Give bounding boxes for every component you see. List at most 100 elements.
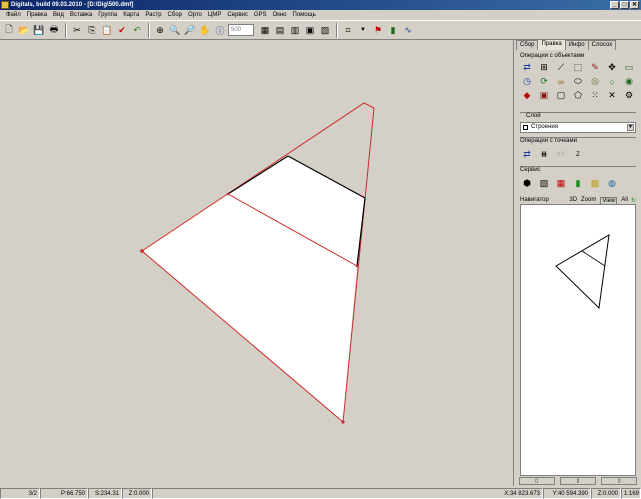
edit-shape-icon[interactable]: ✎ xyxy=(588,61,602,74)
menu-edit[interactable]: Правка xyxy=(24,12,50,18)
main-toolbar: 🗋 📂 💾 🖶 ✂ ⎘ 📋 ✔ ↶ ⊕ 🔍 🔎 ✋ ⓘ 500 ▦ ▤ ▥ ▣ … xyxy=(0,20,641,40)
menu-help[interactable]: Помощь xyxy=(290,12,319,18)
toolbar-separator xyxy=(65,22,67,38)
layers-icon[interactable]: ▥ xyxy=(288,23,302,37)
vertex-marker[interactable] xyxy=(341,420,345,424)
bar-chart-icon[interactable]: ▮ xyxy=(386,23,400,37)
circle-icon[interactable]: ○ xyxy=(605,75,619,88)
flag-icon[interactable]: ⚑ xyxy=(371,23,385,37)
layer-group-header: Слой xyxy=(520,112,636,120)
navigator-view[interactable] xyxy=(520,204,636,476)
new-document-icon[interactable]: 🗋 xyxy=(2,23,16,37)
status-z: Z:0.000 xyxy=(122,488,152,499)
ops-points-title: Операции с точками xyxy=(520,138,577,144)
zoom-out-icon[interactable]: 🔎 xyxy=(183,23,197,37)
grid-icon[interactable]: ▦ xyxy=(258,23,272,37)
xy-label[interactable]: XY xyxy=(554,148,568,161)
clock-icon[interactable]: ◷ xyxy=(520,75,534,88)
cube-icon[interactable]: ⬢ xyxy=(520,177,534,190)
gear-icon[interactable]: ⚙ xyxy=(622,89,636,102)
dropdown-arrow-icon[interactable]: ▼ xyxy=(356,23,370,37)
tab-collect[interactable]: Сбор xyxy=(516,40,539,50)
zoom-in-icon[interactable]: 🔍 xyxy=(168,23,182,37)
layer-value: Строения xyxy=(531,124,559,130)
z-label[interactable]: Z xyxy=(571,148,585,161)
status-y: Y:40 594.390 xyxy=(543,488,591,499)
panel-button-middle[interactable]: ▯ xyxy=(559,477,596,485)
shape-icon[interactable]: ⬠ xyxy=(571,89,585,102)
menu-dem[interactable]: ЦМР xyxy=(205,12,224,18)
palette-icon[interactable]: ▦ xyxy=(554,177,568,190)
cut-icon[interactable]: ✂ xyxy=(70,23,84,37)
menu-raster[interactable]: Растр xyxy=(142,12,164,18)
square-icon[interactable]: ▢ xyxy=(554,89,568,102)
menu-insert[interactable]: Вставка xyxy=(67,12,95,18)
menu-gps[interactable]: GPS xyxy=(251,12,270,18)
vertex-marker[interactable] xyxy=(140,249,144,253)
menu-window[interactable]: Окно xyxy=(270,12,290,18)
link-icon[interactable]: ∞ xyxy=(554,75,568,88)
menu-file[interactable]: Файл xyxy=(3,12,24,18)
globe-icon[interactable]: ◍ xyxy=(605,177,619,190)
map-drawing[interactable] xyxy=(0,40,512,477)
select-region-icon[interactable]: ⬚ xyxy=(571,61,585,74)
hatch-icon[interactable]: ▧ xyxy=(537,177,551,190)
swap-points-icon[interactable]: ⇄ xyxy=(520,148,534,161)
map-icon[interactable]: ▩ xyxy=(588,177,602,190)
status-z2: Z:0.000 xyxy=(591,488,621,499)
layer-select[interactable]: Строения ▼ xyxy=(520,122,636,133)
info-icon[interactable]: ⓘ xyxy=(213,23,227,37)
split-icon[interactable]: ⊞ xyxy=(537,61,551,74)
cross-icon[interactable]: ✕ xyxy=(605,89,619,102)
segment-icon[interactable]: ▭ xyxy=(622,61,636,74)
target-icon[interactable]: ◉ xyxy=(622,75,636,88)
ellipse-icon[interactable]: ⬭ xyxy=(571,75,585,88)
table-icon[interactable]: ▤ xyxy=(273,23,287,37)
vertex-marker[interactable] xyxy=(226,192,230,196)
panel-button-right[interactable]: ▯ xyxy=(601,477,638,485)
pan-hand-icon[interactable]: ✋ xyxy=(198,23,212,37)
undo-icon[interactable]: ↶ xyxy=(130,23,144,37)
zoom-window-icon[interactable]: ⊕ xyxy=(153,23,167,37)
close-button[interactable]: ✕ xyxy=(630,1,639,9)
map-canvas[interactable] xyxy=(0,40,512,477)
ring-icon[interactable]: ◎ xyxy=(588,75,602,88)
print-icon[interactable]: 🖶 xyxy=(47,23,61,37)
maximize-button[interactable]: □ xyxy=(620,1,629,9)
tab-edit[interactable]: Правка xyxy=(537,39,566,50)
comb-icon[interactable]: ⧻ xyxy=(537,148,551,161)
save-icon[interactable]: 💾 xyxy=(32,23,46,37)
menu-group[interactable]: Группа xyxy=(95,12,120,18)
menu-collect[interactable]: Сбор xyxy=(165,12,185,18)
menu-map[interactable]: Карта xyxy=(120,12,142,18)
chart-icon[interactable]: ▮ xyxy=(571,177,585,190)
paste-icon[interactable]: 📋 xyxy=(100,23,114,37)
rotate-icon[interactable]: ⟳ xyxy=(537,75,551,88)
line-tool-icon[interactable]: ⟋ xyxy=(554,61,568,74)
frame-icon[interactable]: ▣ xyxy=(537,89,551,102)
building-polygon[interactable] xyxy=(142,156,365,422)
menu-view[interactable]: Вид xyxy=(50,12,67,18)
panel-button-left[interactable]: ▯ xyxy=(518,477,555,485)
menu-ortho[interactable]: Орто xyxy=(185,12,205,18)
tab-info[interactable]: Инфо xyxy=(564,40,589,50)
scale-input[interactable]: 500 xyxy=(228,24,254,36)
menu-service[interactable]: Сервис xyxy=(224,12,251,18)
measure-icon[interactable]: ⌗ xyxy=(341,23,355,37)
tab-layers[interactable]: Слосоx xyxy=(587,40,617,50)
minimize-button[interactable]: _ xyxy=(610,1,619,9)
dots-icon[interactable]: ⁙ xyxy=(588,89,602,102)
copy-icon[interactable]: ⎘ xyxy=(85,23,99,37)
vertex-marker[interactable] xyxy=(355,264,359,268)
polygon-red-icon[interactable]: ◆ xyxy=(520,89,534,102)
open-folder-icon[interactable]: 📂 xyxy=(17,23,31,37)
snap-icon[interactable]: ▧ xyxy=(318,23,332,37)
accept-icon[interactable]: ✔ xyxy=(115,23,129,37)
curve-icon[interactable]: ∿ xyxy=(401,23,415,37)
vertex-move-icon[interactable]: ✥ xyxy=(605,61,619,74)
raster-icon[interactable]: ▣ xyxy=(303,23,317,37)
swap-icon[interactable]: ⇄ xyxy=(520,61,534,74)
chevron-down-icon[interactable]: ▼ xyxy=(627,124,634,131)
status-perimeter: P:66.750 xyxy=(40,488,88,499)
ops-points-header: Операции с точками xyxy=(520,137,636,145)
